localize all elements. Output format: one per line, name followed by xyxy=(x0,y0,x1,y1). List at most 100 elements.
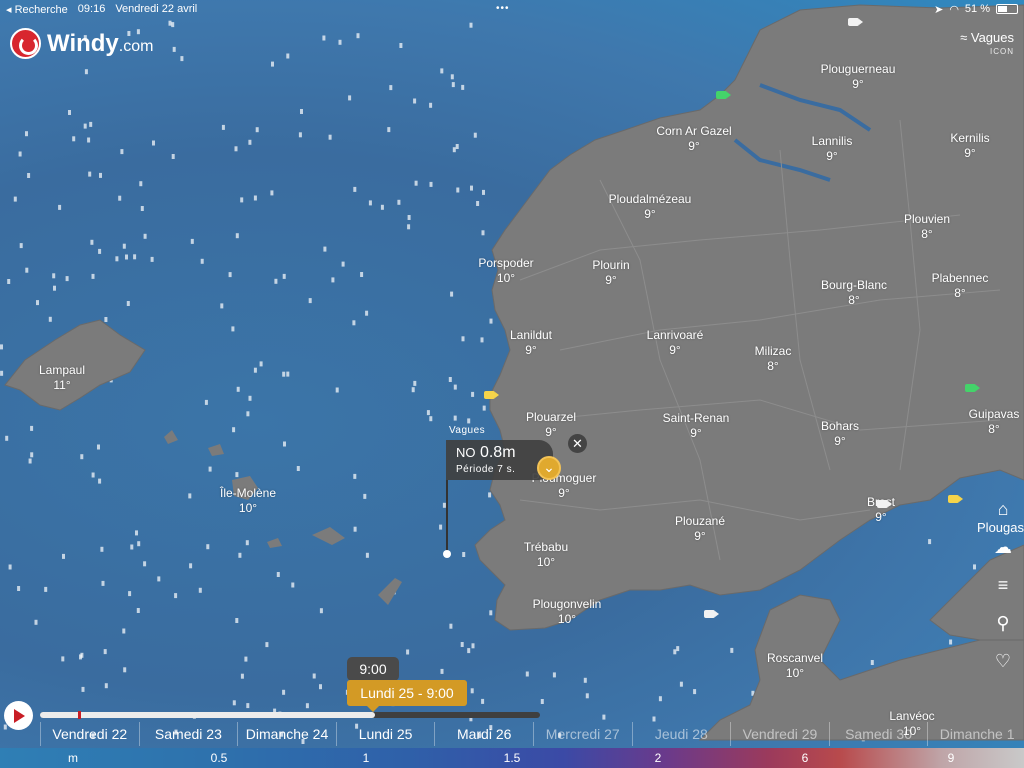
wave-particle xyxy=(52,273,56,279)
current-time-badge[interactable]: Lundi 25 - 9:00 xyxy=(347,680,467,712)
webcam-icon[interactable] xyxy=(484,391,499,399)
legend-value: 0.5 xyxy=(210,751,228,765)
city-label[interactable]: Lanildut 9° xyxy=(510,328,552,358)
timeline-track[interactable] xyxy=(40,711,540,719)
wave-particle xyxy=(123,667,127,673)
city-temperature: 9° xyxy=(690,426,702,440)
city-label[interactable]: Lannilis 9° xyxy=(812,134,853,164)
search-icon[interactable]: ⚲ xyxy=(992,612,1014,634)
windy-logo[interactable]: Windy.com xyxy=(10,28,153,59)
wave-particle xyxy=(248,139,252,145)
timeline-day[interactable]: Vendredi 29 xyxy=(730,722,829,746)
wave-particle xyxy=(353,473,357,479)
city-label[interactable]: Plouzané 9° xyxy=(675,514,725,544)
city-name: Bohars xyxy=(820,419,860,433)
wave-particle xyxy=(168,20,172,26)
expand-forecast-button[interactable]: ⌄ xyxy=(537,456,561,480)
timeline-days: Vendredi 22 Samedi 23 Dimanche 24 Lundi 25 M… xyxy=(40,722,1024,746)
timeline-day[interactable]: Jeudi 28 xyxy=(631,722,731,746)
wave-particle xyxy=(429,181,433,187)
city-name: Lannilis xyxy=(811,134,853,148)
wave-particle xyxy=(240,673,244,679)
city-temperature: 8° xyxy=(848,293,860,307)
city-label[interactable]: Trébabu 10° xyxy=(524,540,568,570)
wave-height-legend[interactable]: m 0.5 1 1.5 2 6 9 xyxy=(0,748,1024,768)
wave-particle xyxy=(450,74,454,80)
city-label[interactable]: Saint-Renan 9° xyxy=(663,411,730,441)
storm-icon[interactable]: ☁ xyxy=(992,536,1014,558)
wave-particle xyxy=(448,377,452,382)
wave-map[interactable] xyxy=(0,0,1024,768)
wave-particle xyxy=(235,472,239,478)
play-button[interactable] xyxy=(4,701,33,730)
city-label[interactable]: Plabennec 8° xyxy=(932,271,989,301)
wave-particle xyxy=(319,608,323,614)
wave-particle xyxy=(27,173,31,178)
webcam-icon[interactable] xyxy=(965,384,980,392)
favorite-heart-icon[interactable]: ♡ xyxy=(992,650,1014,672)
timeline-day[interactable]: Dimanche 24 xyxy=(237,722,336,746)
city-label[interactable]: Porspoder 10° xyxy=(478,256,533,286)
back-to-search-link[interactable]: ◂ Recherche xyxy=(6,3,68,16)
city-label[interactable]: Lanrivoaré 9° xyxy=(647,328,704,358)
wave-particle xyxy=(200,258,204,264)
wave-particle xyxy=(414,180,418,186)
city-label[interactable]: Corn Ar Gazel 9° xyxy=(656,124,731,154)
city-label[interactable]: Guipavas 8° xyxy=(969,407,1020,437)
timeline-day[interactable]: Samedi 23 xyxy=(138,722,238,746)
menu-icon[interactable]: ≡ xyxy=(992,574,1014,596)
timeline-day[interactable]: Mercredi 27 xyxy=(532,722,632,746)
wave-particle xyxy=(62,553,65,559)
webcam-icon[interactable] xyxy=(848,18,863,26)
battery-icon xyxy=(996,4,1018,14)
city-label[interactable]: Milizac 8° xyxy=(755,344,792,374)
wave-particle xyxy=(246,703,250,709)
wave-particle xyxy=(352,320,356,326)
city-temperature: 8° xyxy=(921,227,933,241)
wave-particle xyxy=(58,204,62,210)
home-icon[interactable]: ⌂ xyxy=(992,498,1014,520)
city-label[interactable]: Plougonvelin 10° xyxy=(533,597,602,627)
timeline-day[interactable]: Dimanche 1 xyxy=(927,722,1024,746)
webcam-icon[interactable] xyxy=(704,610,719,618)
wave-particle xyxy=(476,201,480,206)
popup-location-dot[interactable] xyxy=(443,550,451,558)
multitask-dots[interactable]: ••• xyxy=(496,3,510,14)
wave-particle xyxy=(208,466,212,472)
webcam-icon[interactable] xyxy=(877,500,892,508)
wave-particle xyxy=(407,224,411,230)
wave-particle xyxy=(101,580,105,586)
city-label[interactable]: Plourin 9° xyxy=(592,258,629,288)
layer-selector[interactable]: ≈ Vagues ICON xyxy=(960,30,1014,56)
wave-particle xyxy=(360,272,364,277)
city-label[interactable]: Plouguerneau 9° xyxy=(821,62,896,92)
city-label[interactable]: Île-Molène 10° xyxy=(220,486,276,516)
city-label[interactable]: Plouarzel 9° xyxy=(526,410,576,440)
city-label[interactable]: Ploudalmézeau 9° xyxy=(609,192,692,222)
wave-particle xyxy=(488,492,492,498)
city-label[interactable]: Lampaul 11° xyxy=(39,363,85,393)
webcam-icon[interactable] xyxy=(948,495,963,503)
layer-name: ≈ Vagues xyxy=(960,30,1014,45)
wave-particle xyxy=(413,98,417,104)
city-label[interactable]: Roscanvel 10° xyxy=(767,651,823,681)
wave-particle xyxy=(291,582,295,588)
timeline-day[interactable]: Lundi 25 xyxy=(335,722,435,746)
city-label[interactable]: Bourg-Blanc 8° xyxy=(821,278,887,308)
webcam-icon[interactable] xyxy=(716,91,731,99)
city-name: Plouzané xyxy=(674,514,726,528)
wave-particle xyxy=(481,230,485,236)
point-forecast-popup[interactable]: NO 0.8m Période 7 s. xyxy=(446,440,553,480)
wave-particle xyxy=(282,689,286,695)
city-label[interactable]: Kernilis 9° xyxy=(950,131,989,161)
wave-particle xyxy=(296,466,300,471)
timeline-day[interactable]: Samedi 30 xyxy=(828,722,928,746)
wave-particle xyxy=(449,623,453,629)
wave-particle xyxy=(90,239,94,245)
wave-particle xyxy=(341,261,345,267)
timeline-day[interactable]: Mardi 26 xyxy=(434,722,533,746)
city-label[interactable]: Plouvien 8° xyxy=(904,212,950,242)
timeline-day[interactable]: Vendredi 22 xyxy=(40,722,139,746)
city-label[interactable]: Bohars 9° xyxy=(821,419,859,449)
close-popup-button[interactable]: ✕ xyxy=(568,434,587,453)
